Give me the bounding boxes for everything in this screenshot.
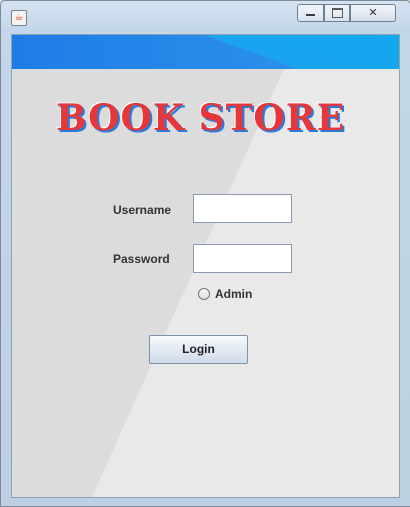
username-label: Username: [113, 203, 172, 217]
admin-label: Admin: [215, 287, 253, 301]
password-input[interactable]: [193, 244, 292, 273]
top-banner-highlight: [12, 35, 399, 69]
login-panel: BOOK STORE Username Password Admin Login: [11, 34, 400, 498]
login-window: ☕ ✕ BOOK STORE Username Password Admin L…: [0, 0, 410, 507]
minimize-icon: [306, 14, 315, 16]
minimize-button[interactable]: [297, 4, 324, 22]
book-store-logo: BOOK STORE: [56, 97, 346, 139]
close-icon: ✕: [368, 6, 378, 19]
java-icon: ☕: [11, 10, 27, 26]
admin-radio-button[interactable]: [198, 288, 210, 300]
maximize-button[interactable]: [324, 4, 350, 22]
password-label: Password: [113, 252, 170, 266]
maximize-icon: [331, 8, 343, 18]
title-bar[interactable]: ☕ ✕: [1, 1, 410, 31]
admin-radio[interactable]: Admin: [198, 286, 290, 304]
login-button[interactable]: Login: [149, 335, 248, 364]
username-input[interactable]: [193, 194, 292, 223]
close-button[interactable]: ✕: [350, 4, 396, 22]
